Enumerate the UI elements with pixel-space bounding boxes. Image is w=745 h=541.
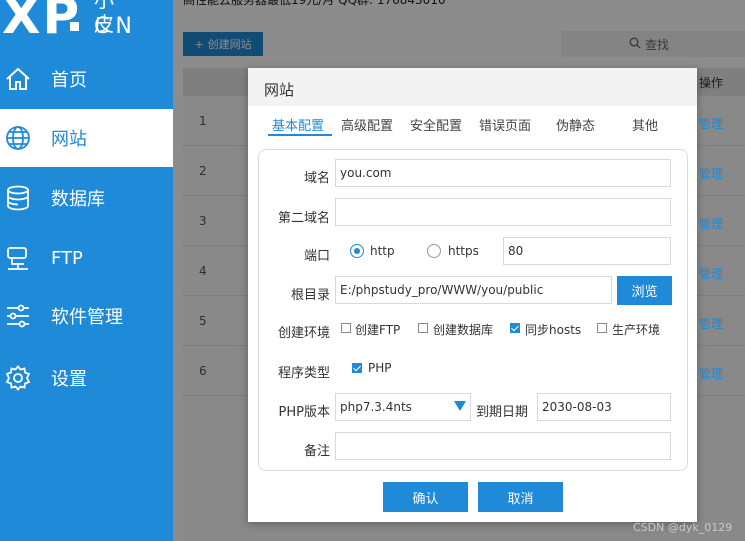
cancel-button[interactable]: 取消 bbox=[478, 482, 563, 512]
domain-input[interactable]: you.com bbox=[335, 159, 671, 187]
tab-rewrite[interactable]: 伪静态 bbox=[556, 115, 595, 134]
sidebar-item-home[interactable]: 首页 bbox=[0, 50, 173, 108]
manage-link[interactable]: 管理 bbox=[699, 315, 723, 332]
manage-link[interactable]: 管理 bbox=[699, 265, 723, 282]
create-db-checkbox[interactable] bbox=[418, 323, 428, 333]
sidebar-item-label: FTP bbox=[51, 247, 83, 269]
sidebar-item-label: 首页 bbox=[51, 70, 87, 91]
active-tab-indicator bbox=[268, 134, 332, 136]
create-ftp-label: 创建FTP bbox=[355, 323, 401, 337]
create-ftp-checkbox[interactable] bbox=[341, 323, 351, 333]
manage-link[interactable]: 管理 bbox=[699, 165, 723, 182]
create-db-label: 创建数据库 bbox=[433, 323, 494, 337]
logo-dot bbox=[70, 22, 79, 31]
gear-icon bbox=[5, 365, 31, 391]
expire-date-input[interactable]: 2030-08-03 bbox=[537, 393, 671, 421]
second-domain-input[interactable] bbox=[335, 198, 671, 226]
http-radio[interactable] bbox=[350, 244, 364, 258]
http-label: http bbox=[370, 244, 395, 258]
php-checkbox[interactable] bbox=[352, 363, 362, 373]
chevron-down-icon[interactable] bbox=[454, 401, 466, 411]
php-label: PHP bbox=[368, 361, 392, 375]
sidebar-item-label: 网站 bbox=[51, 129, 87, 150]
port-label: 端口 bbox=[303, 249, 330, 264]
sidebar-item-label: 设置 bbox=[51, 369, 87, 390]
sidebar-item-website[interactable]: 网站 bbox=[0, 109, 173, 167]
php-version-label: PHP版本 bbox=[278, 405, 330, 420]
note-label: 备注 bbox=[303, 444, 330, 459]
root-dir-label: 根目录 bbox=[290, 288, 330, 303]
sidebar: XP 小皮 CN 首页 网站 数据库 FTP 软件管理 设置 bbox=[0, 0, 173, 541]
domain-label: 域名 bbox=[303, 171, 330, 186]
root-dir-input[interactable]: E:/phpstudy_pro/WWW/you/public bbox=[335, 276, 612, 304]
second-domain-label: 第二域名 bbox=[277, 211, 330, 226]
sidebar-item-settings[interactable]: 设置 bbox=[0, 349, 173, 407]
browse-button[interactable]: 浏览 bbox=[617, 276, 672, 305]
dialog-title: 网站 bbox=[264, 81, 295, 99]
tab-security-config[interactable]: 安全配置 bbox=[410, 115, 462, 134]
production-env-label: 生产环境 bbox=[612, 323, 661, 337]
php-version-select[interactable]: php7.3.4nts bbox=[335, 393, 471, 421]
https-label: https bbox=[448, 244, 479, 258]
dialog-title-bar: 网站 bbox=[248, 68, 697, 106]
expire-date-label: 到期日期 bbox=[476, 405, 529, 420]
tab-other[interactable]: 其他 bbox=[632, 115, 658, 134]
sidebar-item-software[interactable]: 软件管理 bbox=[0, 287, 173, 345]
production-env-checkbox[interactable] bbox=[597, 323, 607, 333]
sidebar-item-ftp[interactable]: FTP bbox=[0, 229, 173, 287]
globe-icon bbox=[5, 125, 31, 151]
manage-link[interactable]: 管理 bbox=[699, 215, 723, 232]
note-input[interactable] bbox=[335, 432, 671, 460]
tab-advanced-config[interactable]: 高级配置 bbox=[341, 115, 393, 134]
port-input[interactable]: 80 bbox=[503, 237, 671, 265]
logo-cn: CN bbox=[94, 14, 138, 39]
home-icon bbox=[5, 66, 31, 92]
sync-hosts-label: 同步hosts bbox=[525, 323, 582, 337]
tab-basic-config[interactable]: 基本配置 bbox=[272, 115, 324, 134]
sliders-icon bbox=[5, 303, 31, 329]
sidebar-item-label: 软件管理 bbox=[51, 307, 123, 328]
watermark: CSDN @dyk_0129 bbox=[633, 521, 733, 534]
website-dialog: 网站 基本配置 高级配置 安全配置 错误页面 伪静态 其他 域名 you.com… bbox=[248, 68, 697, 522]
program-type-label: 程序类型 bbox=[277, 366, 330, 381]
confirm-button[interactable]: 确认 bbox=[383, 482, 468, 512]
manage-link[interactable]: 管理 bbox=[699, 115, 723, 132]
https-radio[interactable] bbox=[427, 244, 441, 258]
sidebar-item-database[interactable]: 数据库 bbox=[0, 169, 173, 227]
tab-error-pages[interactable]: 错误页面 bbox=[479, 115, 531, 134]
manage-link[interactable]: 管理 bbox=[699, 365, 723, 382]
sidebar-item-label: 数据库 bbox=[51, 189, 105, 210]
env-label: 创建环境 bbox=[277, 326, 330, 341]
sync-hosts-checkbox[interactable] bbox=[510, 323, 520, 333]
ftp-icon bbox=[5, 245, 31, 271]
database-icon bbox=[5, 185, 31, 211]
